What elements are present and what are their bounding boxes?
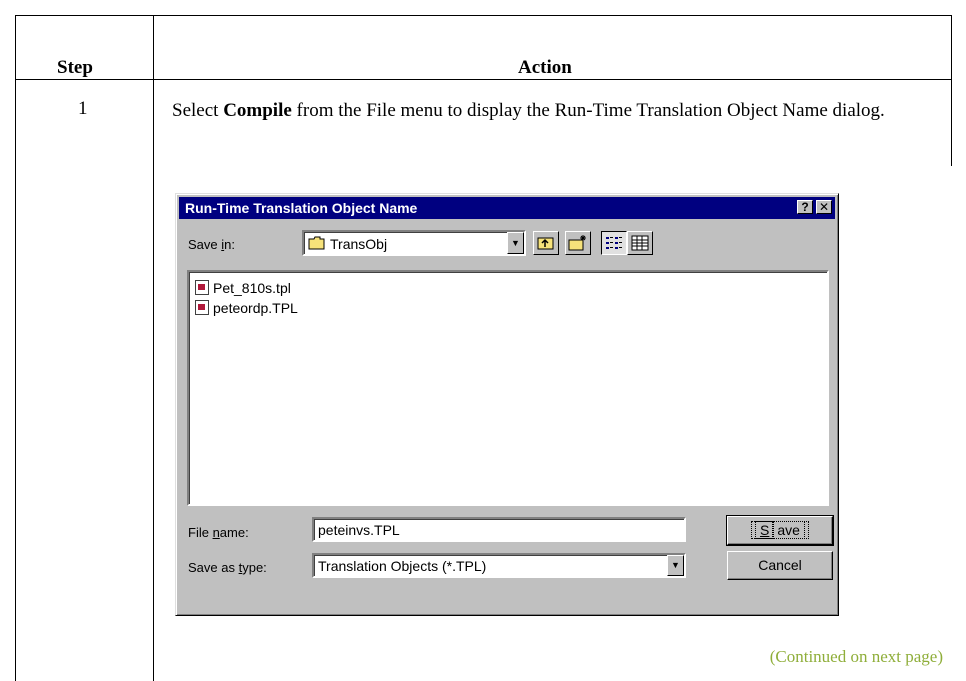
step-number: 1 [78,98,88,119]
instruction-command: Compile [223,100,292,121]
save-in-combo[interactable]: TransObj ▼ [302,230,526,256]
save-as-type-dropdown-arrow[interactable]: ▼ [667,555,684,576]
new-folder-button[interactable] [565,231,591,255]
table-left-border [15,15,16,681]
save-type-label-pre: Save as [188,560,239,575]
help-button[interactable]: ? [797,200,813,214]
file-name-value: peteinvs.TPL [318,522,400,538]
continued-note: (Continued on next page) [769,647,943,666]
file-item-name: Pet_810s.tpl [213,280,291,296]
up-folder-button[interactable] [533,231,559,255]
save-as-type-value: Translation Objects (*.TPL) [318,558,487,574]
tpl-file-icon [195,280,209,295]
save-button-label: Save [751,521,809,539]
file-item[interactable]: peteordp.TPL [195,300,298,316]
list-view-icon [606,237,622,249]
instruction-suffix: from the File menu to display the Run-Ti… [291,100,885,121]
file-name-label-accel: n [212,525,220,540]
save-dialog: Run-Time Translation Object Name ? ✕ Sav… [175,193,839,616]
save-type-label-post: ype: [242,560,267,575]
save-in-label-pre: Save [188,237,222,252]
save-in-label: Save in: [188,237,235,252]
header-row-divider [15,79,952,80]
save-button-rest: ave [772,521,805,539]
cancel-button[interactable]: Cancel [727,551,833,580]
list-view-button[interactable] [601,231,627,255]
save-button-accel: S [755,521,775,539]
save-in-dropdown-arrow[interactable]: ▼ [507,232,524,254]
tpl-file-icon [195,300,209,315]
file-list[interactable]: Pet_810s.tpl peteordp.TPL [187,270,829,506]
up-folder-icon [537,237,554,250]
save-in-value: TransObj [330,236,388,252]
table-top-border [15,15,952,16]
details-view-button[interactable] [627,231,653,255]
table-right-border [951,15,952,166]
dialog-titlebar[interactable]: Run-Time Translation Object Name ? ✕ [179,197,835,219]
file-item[interactable]: Pet_810s.tpl [195,280,291,296]
save-in-label-post: n: [224,237,235,252]
file-item-name: peteordp.TPL [213,300,298,316]
column-divider [153,15,154,681]
file-name-label-pre: File [188,525,213,540]
save-button[interactable]: Save [726,515,834,546]
file-name-label: File name: [188,525,249,540]
save-as-type-combo[interactable]: Translation Objects (*.TPL) ▼ [312,553,686,578]
instruction-prefix: Select [172,100,224,121]
new-folder-icon [568,235,586,251]
action-column-header: Action [518,57,572,78]
dialog-title: Run-Time Translation Object Name [185,200,418,216]
file-name-label-post: ame: [219,525,249,540]
step-instruction: Select Compile from the File menu to dis… [172,98,892,124]
save-as-type-label: Save as type: [188,560,267,575]
file-name-input[interactable]: peteinvs.TPL [312,517,686,542]
details-view-icon [631,235,649,251]
close-button[interactable]: ✕ [816,200,832,214]
step-column-header: Step [57,57,93,78]
folder-icon [308,236,325,250]
